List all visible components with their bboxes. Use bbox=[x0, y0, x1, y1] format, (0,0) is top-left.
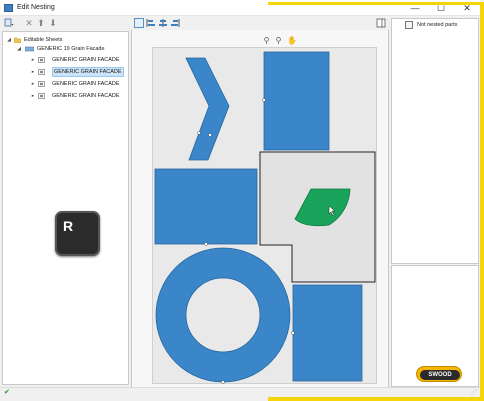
edit-nesting-window: Edit Nesting — ☐ ✕ ✕ ⬆ ⬇ ◢ Editable Shee… bbox=[0, 0, 484, 401]
part-handle[interactable] bbox=[221, 380, 225, 384]
swood-logo: SWOOD bbox=[416, 366, 462, 382]
logo-badge: SWOOD bbox=[420, 370, 460, 380]
part-handle[interactable] bbox=[262, 98, 266, 102]
part-handle[interactable] bbox=[291, 331, 295, 335]
highlight-border-right bbox=[480, 2, 484, 401]
part-handle[interactable] bbox=[197, 131, 201, 135]
logo-text: SWOOD bbox=[428, 372, 452, 378]
checkmark-icon[interactable]: ✔ bbox=[4, 389, 13, 396]
status-bar bbox=[0, 387, 480, 397]
not-nested-parts-label: Not nested parts bbox=[417, 22, 458, 28]
part-handle[interactable] bbox=[208, 133, 212, 137]
ring-inner-edge bbox=[185, 277, 261, 353]
not-nested-parts-list bbox=[391, 18, 479, 264]
part-list-icon bbox=[405, 21, 413, 29]
highlight-border-bottom bbox=[268, 397, 484, 401]
highlight-border-top bbox=[268, 2, 484, 5]
rectangle-part[interactable] bbox=[154, 168, 258, 245]
part-handle[interactable] bbox=[204, 242, 208, 246]
resize-grip-icon[interactable]: ⋰ bbox=[471, 390, 478, 396]
chevron-part[interactable] bbox=[185, 57, 230, 161]
rectangle-part[interactable] bbox=[292, 284, 363, 382]
rectangle-part[interactable] bbox=[263, 51, 330, 151]
